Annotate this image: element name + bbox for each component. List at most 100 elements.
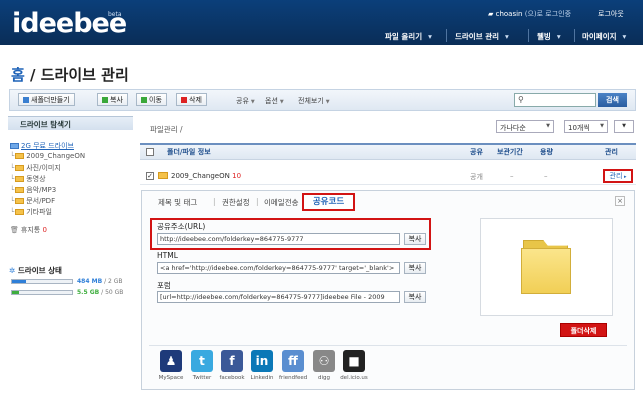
col-share[interactable]: 공유 [470,147,483,157]
chevron-down-icon[interactable]: ▾ [623,32,627,41]
chevron-down-icon[interactable]: ▾ [428,32,432,41]
table-header [140,143,636,160]
options-menu[interactable]: 옵션 ▼ [265,96,284,106]
move-button[interactable]: 이동 [136,93,167,106]
col-name[interactable]: 폴더/파일 정보 [167,147,211,157]
friendfeed-icon[interactable]: ff [282,350,304,372]
view-toggle[interactable]: ▼ [614,120,634,133]
page-title: 홈 / 드라이브 관리 [11,66,129,84]
share-label: facebook [219,375,245,381]
folder-icon [15,153,25,159]
folder-icon [15,165,25,171]
nav-wellbeing[interactable]: 웰빙 ▾ [537,31,561,42]
copy-forum-button[interactable]: 복사 [404,291,426,303]
manage-button[interactable]: 관리 ▸ [603,169,633,183]
storage-text-2: 5.5 GB / 50 GB [77,289,124,296]
row-name[interactable]: 2009_ChangeON 10 [158,172,241,180]
share-myspace-button[interactable]: ♟ MySpace [157,350,185,381]
nav-mypage[interactable]: 마이페이지 ▾ [582,31,626,42]
row-share: 공개 [470,173,483,181]
share-digg-button[interactable]: ⚇ digg [310,350,338,381]
url-label: 공유주소(URL) [157,222,206,231]
user-name: choasin [495,10,523,18]
nav-drive-manage[interactable]: 드라이브 관리 ▾ [455,31,509,42]
share-label: friendfeed [279,375,308,381]
trash-link[interactable]: 🗑 휴지통 0 [10,225,47,235]
nav-divider [574,29,575,42]
share-friendfeed-button[interactable]: ff friendfeed [279,350,307,381]
html-field[interactable]: <a href='http://ideebee.com/folderkey=86… [157,262,400,274]
divider [149,345,627,346]
linkedin-icon[interactable]: in [251,350,273,372]
tree-folder[interactable]: └ 기타파일 [10,207,52,217]
breadcrumb-home[interactable]: 홈 [11,66,25,84]
share-label: Linkedin [250,375,274,381]
myspace-icon[interactable]: ♟ [160,350,182,372]
per-page-select[interactable]: 10개씩 ▼ [564,120,608,133]
search-input[interactable]: ⚲ [514,93,596,107]
folder-icon [15,209,25,215]
tree-folder[interactable]: └ 음악/MP3 [10,185,56,195]
tab-share-code[interactable]: 공유코드 [302,193,355,211]
col-period[interactable]: 보관기간 [497,147,523,157]
digg-icon[interactable]: ⚇ [313,350,335,372]
tab-divider: | [213,197,216,206]
url-field[interactable]: http://ideebee.com/folderkey=864775-9777 [157,233,400,245]
plus-icon [23,97,29,103]
tree-folder[interactable]: └ 사진/이미지 [10,163,61,173]
tree-folder[interactable]: └ 문서/PDF [10,196,55,206]
share-label: del.icio.us [340,375,368,381]
logout-link[interactable]: 로그아웃 [598,9,624,19]
select-all-checkbox[interactable] [146,148,154,156]
tree-folder[interactable]: └ 2009_ChangeON [10,152,85,160]
share-twitter-button[interactable]: t Twitter [188,350,216,381]
forum-field[interactable]: [url=http://ideebee.com/folderkey=864775… [157,291,400,303]
sort-select[interactable]: 가나다순 ▼ [496,120,554,133]
new-folder-button[interactable]: 새폴더만들기 [18,93,75,106]
beta-badge: beta [108,11,122,18]
copy-url-button[interactable]: 복사 [404,233,426,245]
drive-root[interactable]: 2G 무료 드라이브 [10,141,74,151]
tab-title-tags[interactable]: 제목 및 태그 [158,197,197,208]
delete-folder-button[interactable]: 폴더삭제 [560,323,607,337]
chevron-down-icon[interactable]: ▾ [557,32,561,41]
search-icon: ⚲ [518,95,524,104]
forum-label: 포럼 [157,281,171,290]
drive-icon [10,143,19,149]
close-icon[interactable]: × [615,196,625,206]
nav-divider [446,29,447,42]
delete-button[interactable]: 삭제 [176,93,207,106]
share-menu[interactable]: 공유 ▼ [236,96,255,106]
tab-permissions[interactable]: 권한설정 [222,197,250,208]
share-label: digg [317,375,330,381]
row-period: – [510,172,514,180]
copy-button[interactable]: 복사 [97,93,128,106]
folder-icon [158,172,168,179]
tree-folder[interactable]: └ 동영상 [10,174,46,184]
login-status: (으)로 로그인중 [524,10,572,18]
folder-icon [15,176,25,182]
arrow-right-icon [141,97,147,103]
share-facebook-button[interactable]: f facebook [218,350,246,381]
delicious-icon[interactable]: ■ [343,350,365,372]
row-checkbox[interactable]: ✓ [146,172,154,180]
folder-icon [15,198,25,204]
tab-email[interactable]: 이메일전송 [264,197,299,208]
search-button[interactable]: 검색 [598,93,627,107]
view-all-menu[interactable]: 전체보기 ▼ [298,96,330,106]
share-linkedin-button[interactable]: in Linkedin [248,350,276,381]
user-status: ▰ choasin (으)로 로그인중 [488,9,571,19]
share-delicious-button[interactable]: ■ del.icio.us [340,350,368,381]
col-manage[interactable]: 관리 [605,147,618,157]
twitter-icon[interactable]: t [191,350,213,372]
nav-upload[interactable]: 파일 올리기 ▾ [385,31,432,42]
facebook-icon[interactable]: f [221,350,243,372]
copy-html-button[interactable]: 복사 [404,262,426,274]
x-icon [181,97,187,103]
storage-bar-1 [11,279,73,284]
col-size[interactable]: 용량 [540,147,553,157]
breadcrumb[interactable]: 파일관리 / [150,124,183,135]
storage-bar-2 [11,290,73,295]
share-label: Twitter [192,375,212,381]
chevron-down-icon[interactable]: ▾ [505,32,509,41]
